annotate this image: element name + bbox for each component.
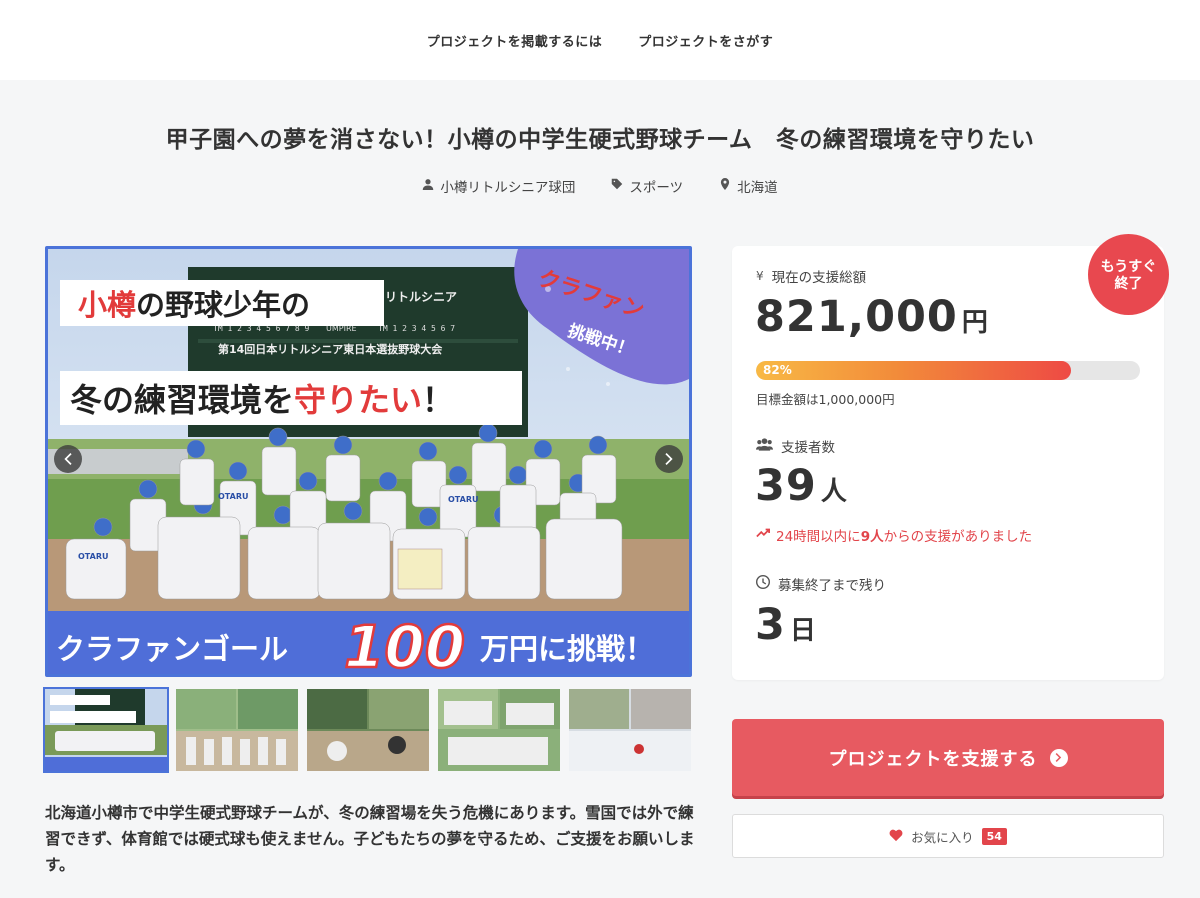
jersey-text: OTARU [448, 495, 478, 504]
progress-percent: 82% [763, 363, 792, 377]
prev-image-button[interactable] [54, 445, 82, 473]
recent-count: 9人 [860, 529, 884, 545]
progress-fill [756, 361, 1071, 380]
owner-name: 小樽リトルシニア球団 [440, 180, 576, 196]
users-icon [756, 437, 773, 455]
banner-right-text: 万円に挑戦！ [480, 632, 654, 666]
badge-line1: もうすぐ [1100, 258, 1157, 275]
headline-red-text-2: 守りたい [294, 381, 422, 419]
amount-value: 821,000 円 [755, 292, 989, 342]
thumbnail-strip [43, 687, 692, 773]
amount-label: 現在の支援総額 [771, 270, 867, 286]
scoreboard-row-b: TM 1 2 3 4 5 6 7 [378, 324, 455, 333]
top-nav: プロジェクトを掲載するには プロジェクトをさがす [0, 0, 1200, 80]
support-button-label: プロジェクトを支援する [828, 748, 1038, 770]
favorite-button[interactable]: お気に入り 54 [732, 814, 1164, 858]
headline-exclaim: ！ [422, 381, 454, 419]
favorite-label: お気に入り [911, 829, 974, 845]
svg-text:小樽の野球少年の: 小樽の野球少年の [78, 288, 310, 322]
recent-support-note: 24時間以内に9人からの支援がありました [756, 525, 1032, 545]
project-meta: 小樽リトルシニア球団 スポーツ 北海道 [0, 176, 1200, 196]
favorite-count: 54 [981, 827, 1007, 845]
thumbnail-1[interactable] [43, 687, 169, 773]
chevron-right-icon [663, 450, 675, 469]
backers-number: 39 [755, 461, 817, 511]
user-icon [422, 178, 434, 194]
amount-number: 821,000 [755, 292, 958, 342]
backers-label: 支援者数 [781, 440, 835, 456]
backers-value: 39 人 [755, 461, 848, 511]
amount-unit: 円 [961, 308, 989, 338]
jersey-text: OTARU [78, 552, 108, 561]
amount-label-row: ¥ 現在の支援総額 [756, 266, 866, 286]
jersey-text: OTARU [218, 492, 248, 501]
category-link[interactable]: スポーツ [611, 176, 683, 196]
backers-unit: 人 [820, 477, 848, 507]
headline-line1-text: の野球少年の [136, 288, 310, 322]
category-name: スポーツ [629, 180, 684, 196]
thumbnail-2[interactable] [176, 689, 298, 771]
headline-line2-text: 冬の練習環境を [70, 381, 294, 419]
remaining-label: 募集終了まで残り [778, 578, 886, 594]
scoreboard-name: リトルシニア [385, 290, 457, 304]
scoreboard-title: 第14回日本リトルシニア東日本選抜野球大会 [218, 342, 443, 356]
chevron-right-circle-icon [1049, 748, 1068, 767]
recent-text-b: からの支援がありました [883, 529, 1033, 545]
ending-soon-badge: もうすぐ 終了 [1088, 234, 1169, 315]
remaining-unit: 日 [789, 616, 817, 646]
thumbnail-3[interactable] [307, 689, 429, 771]
location-link[interactable]: 北海道 [719, 176, 778, 196]
remaining-value: 3日 [755, 600, 817, 650]
thumbnail-5[interactable] [569, 689, 691, 771]
recent-text-a: 24時間以内に [776, 529, 861, 545]
next-image-button[interactable] [655, 445, 683, 473]
map-pin-icon [719, 178, 731, 194]
remaining-label-row: 募集終了まで残り [756, 574, 886, 594]
tag-icon [611, 178, 623, 194]
project-title: 甲子園への夢を消さない！小樽の中学生硬式野球チーム 冬の練習環境を守りたい [165, 127, 1035, 153]
owner-link[interactable]: 小樽リトルシニア球団 [422, 176, 575, 196]
thumbnail-4[interactable] [438, 689, 560, 771]
clock-icon [756, 575, 770, 593]
backers-label-row: 支援者数 [756, 436, 835, 456]
svg-text:冬の練習環境を守りたい！: 冬の練習環境を守りたい！ [70, 381, 454, 419]
badge-line2: 終了 [1114, 275, 1143, 292]
headline-red-text: 小樽 [78, 288, 136, 322]
remaining-number: 3 [755, 600, 786, 650]
banner-left-text: クラファンゴール [56, 632, 288, 666]
nav-link-find-projects[interactable]: プロジェクトをさがす [638, 31, 773, 50]
yen-icon: ¥ [756, 269, 764, 283]
chevron-left-icon [62, 450, 74, 469]
nav-link-how-to-publish[interactable]: プロジェクトを掲載するには [427, 31, 603, 50]
banner-goal-number: 100 [344, 613, 465, 674]
project-description: 北海道小樽市で中学生硬式野球チームが、冬の練習場を失う危機にあります。雪国では外… [45, 804, 695, 875]
support-project-button[interactable]: プロジェクトを支援する [732, 719, 1164, 796]
funding-progress-bar: 82% [756, 361, 1140, 380]
heart-icon [889, 828, 903, 845]
main-image: TM 1 2 3 4 5 6 7 8 9 UMPIRE TM 1 2 3 4 5… [45, 246, 692, 677]
goal-amount: 目標金額は1,000,000円 [756, 392, 895, 407]
location-name: 北海道 [737, 180, 778, 196]
trending-up-icon [756, 526, 770, 544]
